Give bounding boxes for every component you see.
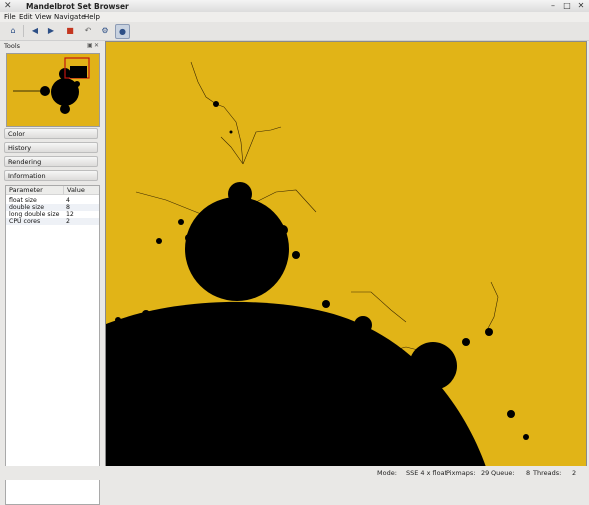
parameter-cell: long double size — [9, 211, 60, 218]
toolbar: ⌂ ◀ ▶ ■ ↶ ⚙ ● — [0, 22, 589, 41]
menu-edit[interactable]: Edit — [19, 13, 33, 21]
x-app-icon[interactable]: ✕ — [4, 1, 12, 11]
status-bar: Mode: SSE 4 x float Pixmaps: 29 Queue: 8… — [0, 466, 589, 480]
forward-icon[interactable]: ▶ — [44, 24, 58, 38]
menu-help[interactable]: Help — [84, 13, 100, 21]
section-color[interactable]: Color — [4, 128, 98, 139]
threads-value: 2 — [572, 469, 577, 477]
dock-close-icon[interactable]: ✕ — [94, 42, 99, 49]
value-cell: 8 — [66, 204, 70, 211]
menu-file[interactable]: File — [4, 13, 16, 21]
toolbar-separator — [23, 25, 24, 37]
information-table: Parameter Value float size 4 double size… — [5, 185, 100, 505]
window-title: Mandelbrot Set Browser — [26, 2, 129, 11]
value-cell: 2 — [66, 218, 70, 225]
undo-icon[interactable]: ↶ — [81, 24, 95, 38]
section-rendering[interactable]: Rendering — [4, 156, 98, 167]
fractal-view[interactable] — [105, 41, 587, 468]
mode-label: Mode: — [377, 469, 397, 477]
parameter-cell: double size — [9, 204, 45, 211]
close-icon[interactable]: ✕ — [576, 1, 586, 11]
home-icon[interactable]: ⌂ — [6, 24, 20, 38]
table-row[interactable]: CPU cores 2 — [6, 218, 99, 225]
pixmaps-label: Pixmaps: — [446, 469, 476, 477]
parameter-cell: CPU cores — [9, 218, 41, 225]
about-icon[interactable]: ● — [115, 24, 130, 39]
pixmaps-value: 29 — [481, 469, 490, 477]
preview-fractal — [7, 54, 99, 126]
column-header-value[interactable]: Value — [63, 186, 99, 195]
maximize-icon[interactable]: □ — [562, 1, 572, 11]
value-cell: 12 — [66, 211, 74, 218]
section-information[interactable]: Information — [4, 170, 98, 181]
palette-icon[interactable]: ■ — [63, 24, 77, 38]
queue-label: Queue: — [491, 469, 515, 477]
fractal-image — [106, 42, 586, 467]
navigator-preview[interactable] — [6, 53, 100, 127]
menu-navigate[interactable]: Navigate — [54, 13, 85, 21]
menu-view[interactable]: View — [35, 13, 52, 21]
back-icon[interactable]: ◀ — [28, 24, 42, 38]
section-history[interactable]: History — [4, 142, 98, 153]
float-icon[interactable]: ▣ — [87, 42, 93, 49]
mode-value: SSE 4 x float — [406, 469, 448, 477]
column-header-parameter[interactable]: Parameter — [6, 186, 63, 195]
menu-bar: File Edit View Navigate Help — [0, 12, 589, 22]
table-row[interactable]: long double size 12 — [6, 211, 99, 218]
queue-value: 8 — [526, 469, 531, 477]
table-row[interactable]: double size 8 — [6, 204, 99, 211]
minimize-icon[interactable]: – — [548, 1, 558, 11]
tools-dock: Tools ▣ ✕ Color History Rendering Inform… — [4, 40, 100, 505]
threads-label: Threads: — [533, 469, 562, 477]
value-cell: 4 — [66, 197, 70, 204]
table-row[interactable]: float size 4 — [6, 197, 99, 204]
parameter-cell: float size — [9, 197, 37, 204]
dock-header: Tools ▣ ✕ — [4, 42, 100, 51]
settings-icon[interactable]: ⚙ — [98, 24, 112, 38]
dock-title: Tools — [4, 42, 21, 50]
